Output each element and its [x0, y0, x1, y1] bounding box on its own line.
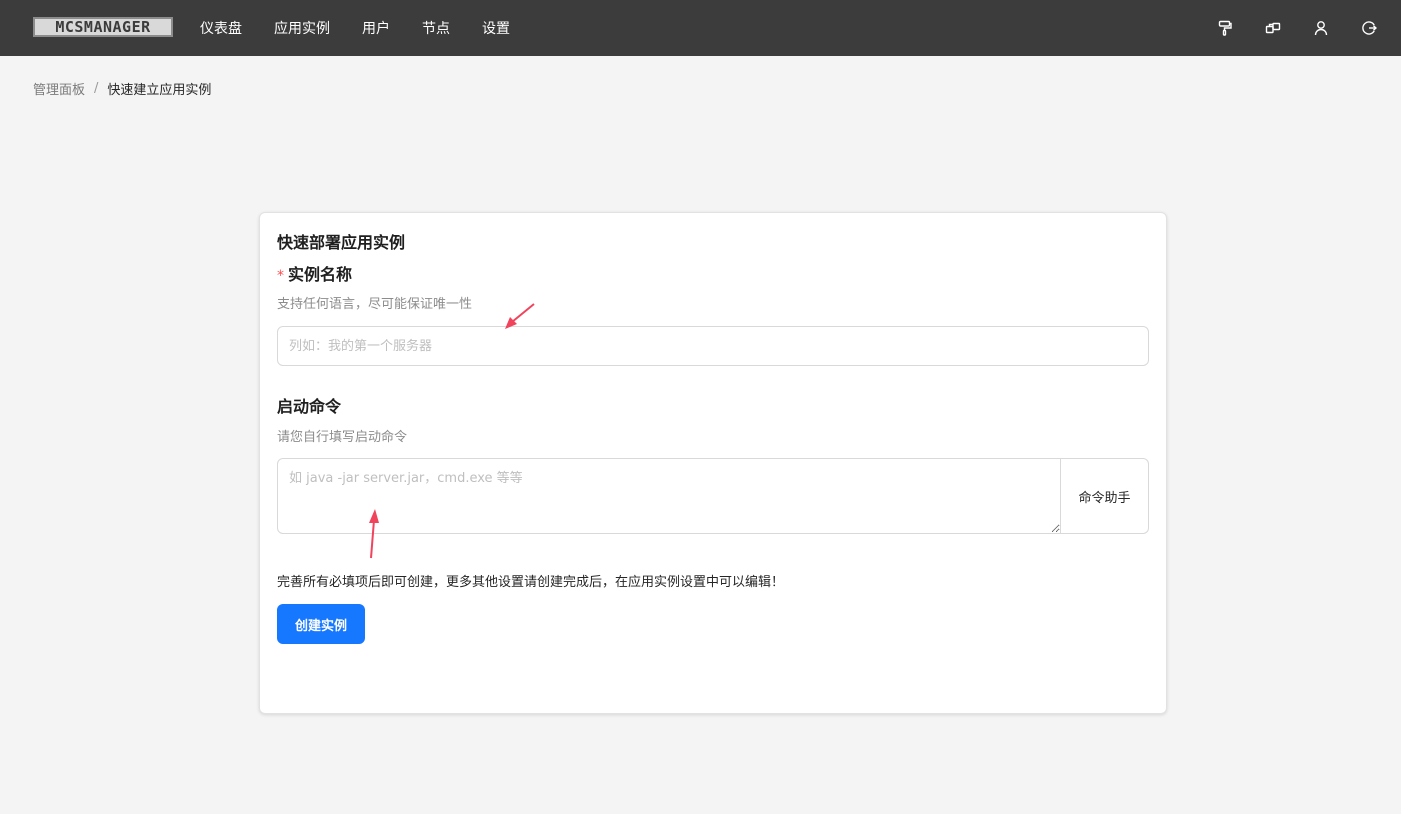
breadcrumb-current: 快速建立应用实例	[107, 83, 212, 98]
header-actions	[1185, 0, 1377, 56]
main-nav: 仪表盘 应用实例 用户 节点 设置	[200, 0, 542, 56]
instance-name-description: 支持任何语言，尽可能保证唯一性	[277, 297, 473, 312]
nav-item-dashboard[interactable]: 仪表盘	[200, 18, 242, 38]
instance-name-label: * 实例名称	[277, 261, 352, 285]
required-mark: *	[277, 268, 284, 284]
nav-item-users[interactable]: 用户	[362, 18, 390, 38]
top-navbar: MCSMANAGER 仪表盘 应用实例 用户 节点 设置	[0, 0, 1401, 56]
user-icon[interactable]	[1313, 20, 1329, 36]
create-notice: 完善所有必填项后即可创建，更多其他设置请创建完成后，在应用实例设置中可以编辑！	[277, 575, 785, 590]
breadcrumb-home-link[interactable]: 管理面板	[33, 79, 85, 98]
layout-icon[interactable]	[1265, 20, 1281, 36]
app-logo[interactable]: MCSMANAGER	[33, 17, 173, 37]
nav-item-nodes[interactable]: 节点	[422, 18, 450, 38]
create-instance-button[interactable]: 创建实例	[277, 604, 365, 644]
breadcrumb: 管理面板 / 快速建立应用实例	[33, 79, 211, 98]
nav-item-instances[interactable]: 应用实例	[274, 18, 330, 38]
start-command-group: 命令助手	[277, 458, 1149, 534]
quick-deploy-card: 快速部署应用实例 *实例名称 支持任何语言，尽可能保证唯一性 启动命令 请您自行…	[259, 212, 1167, 714]
start-command-textarea[interactable]	[277, 458, 1061, 534]
logout-icon[interactable]	[1361, 20, 1377, 36]
start-command-label: 启动命令	[277, 397, 342, 416]
instance-name-label-text: 实例名称	[288, 265, 353, 284]
paint-roller-icon[interactable]	[1217, 20, 1233, 36]
command-helper-button[interactable]: 命令助手	[1061, 458, 1149, 534]
nav-item-settings[interactable]: 设置	[482, 18, 510, 38]
card-title: 快速部署应用实例	[277, 233, 406, 252]
start-command-description: 请您自行填写启动命令	[277, 430, 408, 445]
breadcrumb-separator: /	[94, 81, 99, 96]
instance-name-input[interactable]	[277, 326, 1149, 366]
